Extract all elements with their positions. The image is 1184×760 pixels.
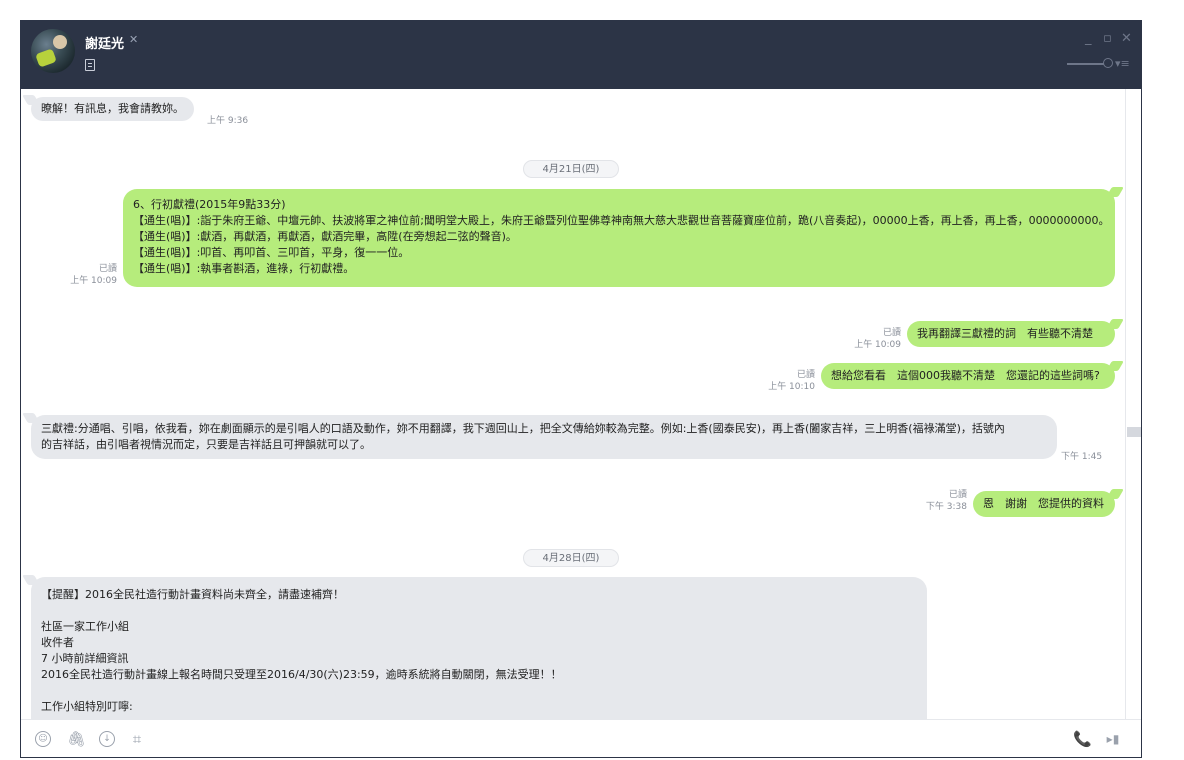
notes-icon[interactable] [85, 59, 95, 71]
message-text: 我再翻譯三獻禮的詞 有些聽不清楚 [917, 327, 1093, 340]
volume-slider[interactable] [1067, 63, 1107, 65]
message-time: 下午 1:45 [1061, 452, 1103, 462]
message-read-status: 已讀 [882, 328, 901, 338]
message-text: 恩 謝謝 您提供的資料 [983, 497, 1104, 510]
message-text: 想給您看看 這個000我聽不清楚 您還記的這些詞嗎? [831, 369, 1100, 382]
message-bubble-outgoing[interactable]: 想給您看看 這個000我聽不清楚 您還記的這些詞嗎? [821, 363, 1115, 389]
attach-icon[interactable]: 🖇 [67, 731, 86, 747]
message-line [41, 683, 917, 699]
scrollbar[interactable] [1125, 89, 1141, 719]
crop-icon[interactable]: ⌗ [129, 731, 145, 747]
message-time: 上午 10:09 [854, 340, 901, 350]
message-list: 暸解！有訊息，我會請教妳。 上午 9:36 4月21日(四) 6、行初獻禮(20… [21, 89, 1125, 719]
menu-icon[interactable]: ▾≡ [1115, 57, 1130, 70]
minimize-icon[interactable]: _ [1085, 31, 1092, 46]
avatar[interactable] [31, 29, 75, 73]
message-bubble-incoming[interactable]: 三獻禮:分通唱、引唱，依我看，妳在劇面顯示的是引唱人的口語及動作，妳不用翻譯，我… [31, 415, 1057, 459]
message-time: 上午 10:10 [768, 382, 815, 392]
scrollbar-thumb[interactable] [1127, 427, 1141, 437]
emoji-icon[interactable]: ☺ [35, 731, 51, 747]
volume-slider-knob[interactable] [1103, 58, 1113, 68]
message-read-status: 已讀 [948, 490, 967, 500]
message-line: 收件者 [41, 636, 74, 649]
message-line: 三獻禮:分通唱、引唱，依我看，妳在劇面顯示的是引唱人的口語及動作，妳不用翻譯，我… [41, 422, 1005, 435]
message-line: 7 小時前詳細資訊 [41, 652, 129, 665]
message-line [41, 603, 917, 619]
close-icon[interactable]: ✕ [1121, 31, 1132, 46]
message-text: 暸解！有訊息，我會請教妳。 [41, 102, 184, 115]
message-line: 【通生(唱)】:獻酒，再獻酒，再獻酒，獻酒完畢，高陞(在旁想起二弦的聲音)。 [133, 230, 517, 243]
download-icon[interactable]: ↓ [99, 731, 115, 747]
date-separator: 4月28日(四) [523, 549, 619, 567]
message-line: 【通生(唱)】:叩首、再叩首、三叩首，平身，復一一位。 [133, 246, 410, 259]
message-line: 6、行初獻禮(2015年9點33分) [133, 198, 286, 211]
message-bubble-outgoing[interactable]: 我再翻譯三獻禮的詞 有些聽不清楚 [907, 321, 1115, 347]
message-bubble-incoming[interactable]: 【提醒】2016全民社造行動計畫資料尚未齊全，請盡速補齊！ 社區一家工作小組 收… [31, 577, 927, 719]
message-time: 上午 9:36 [207, 116, 249, 126]
message-line: 【通生(唱)】:執事者斟酒，進祿，行初獻禮。 [133, 262, 355, 275]
message-line: 的吉祥話，由引唱者視情況而定，只要是吉祥話且可押韻就可以了。 [41, 438, 371, 451]
send-icon[interactable]: ▸▮ [1105, 731, 1121, 747]
message-read-status: 已讀 [98, 264, 117, 274]
message-line: 【通生(唱)】:詣于朱府王爺、中壇元帥、扶波將軍之神位前;聞明堂大殿上，朱府王爺… [133, 214, 1110, 227]
chat-window: 謝廷光 ✕ _ ▫ ✕ ▾≡ 暸解！有訊息，我會請教妳。 上午 9:36 4月2… [20, 20, 1142, 758]
contact-name: 謝廷光 [85, 37, 125, 52]
message-bubble-incoming[interactable]: 暸解！有訊息，我會請教妳。 [31, 97, 194, 121]
title-bar: 謝廷光 ✕ _ ▫ ✕ ▾≡ [21, 21, 1141, 89]
input-toolbar: ☺ 🖇 ↓ ⌗ 📞 ▸▮ [21, 719, 1141, 757]
maximize-icon[interactable]: ▫ [1103, 31, 1112, 46]
message-line: 工作小組特別叮嚀: [41, 700, 133, 713]
message-bubble-outgoing[interactable]: 恩 謝謝 您提供的資料 [973, 491, 1115, 517]
message-line: 【提醒】2016全民社造行動計畫資料尚未齊全，請盡速補齊！ [41, 588, 344, 601]
call-icon[interactable]: 📞 [1073, 731, 1092, 747]
mute-icon: ✕ [129, 33, 139, 46]
message-line: 社區一家工作小組 [41, 620, 129, 633]
message-line: 2016全民社造行動計畫線上報名時間只受理至2016/4/30(六)23:59，… [41, 668, 562, 681]
message-bubble-outgoing[interactable]: 6、行初獻禮(2015年9點33分) 【通生(唱)】:詣于朱府王爺、中壇元帥、扶… [123, 189, 1115, 287]
message-time: 上午 10:09 [70, 276, 117, 286]
message-time: 下午 3:38 [925, 502, 967, 512]
message-read-status: 已讀 [796, 370, 815, 380]
date-separator: 4月21日(四) [523, 160, 619, 178]
